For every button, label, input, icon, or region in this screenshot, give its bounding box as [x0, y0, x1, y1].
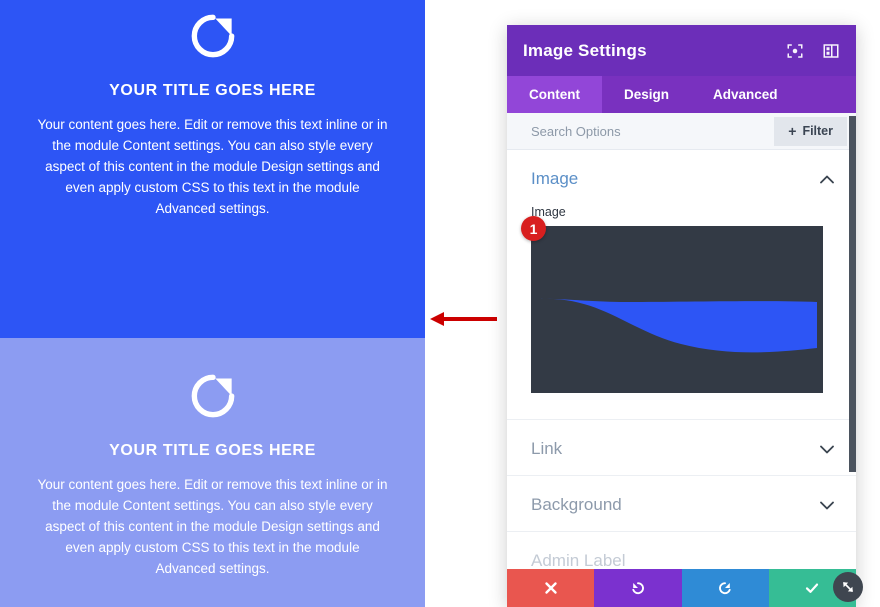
section-link: Link	[507, 420, 856, 476]
diagonal-resize-icon	[843, 582, 853, 592]
promo-panel-secondary[interactable]: YOUR TITLE GOES HERE Your content goes h…	[0, 338, 425, 607]
tab-advanced[interactable]: Advanced	[691, 76, 800, 113]
red-left-arrow-icon	[430, 312, 497, 326]
panel-header: Image Settings	[507, 25, 856, 76]
tab-content[interactable]: Content	[507, 76, 602, 113]
section-admin-label-title: Admin Label	[531, 551, 626, 570]
image-thumbnail[interactable]	[531, 226, 823, 393]
promo-title: YOUR TITLE GOES HERE	[109, 442, 316, 459]
focus-target-icon[interactable]	[786, 42, 804, 60]
panel-body: Image Image 1 Link Background Admin Labe…	[507, 150, 856, 606]
page-preview: YOUR TITLE GOES HERE Your content goes h…	[0, 0, 425, 607]
section-background-title: Background	[531, 495, 622, 514]
panel-resize-handle[interactable]	[833, 572, 863, 602]
section-link-title: Link	[531, 439, 563, 458]
filter-button[interactable]: + Filter	[774, 116, 847, 146]
layout-panel-icon[interactable]	[822, 42, 840, 60]
promo-panel-primary[interactable]: YOUR TITLE GOES HERE Your content goes h…	[0, 0, 425, 338]
screen-root: YOUR TITLE GOES HERE Your content goes h…	[0, 0, 880, 607]
plus-icon: +	[788, 123, 797, 139]
section-background: Background	[507, 476, 856, 532]
search-bar: + Filter	[507, 113, 856, 150]
tab-design[interactable]: Design	[602, 76, 691, 113]
refresh-icon	[191, 14, 234, 58]
section-image: Image Image 1	[507, 150, 856, 420]
refresh-icon	[191, 374, 234, 418]
chevron-down-icon[interactable]	[820, 445, 834, 454]
promo-title: YOUR TITLE GOES HERE	[109, 82, 316, 99]
annotation-badge-1: 1	[521, 216, 546, 241]
undo-arrow-icon	[632, 582, 644, 595]
panel-scrollbar-thumb[interactable]	[849, 116, 856, 472]
image-field: Image 1	[507, 205, 856, 419]
section-link-header[interactable]: Link	[507, 420, 856, 475]
panel-action-bar	[507, 569, 856, 607]
section-background-header[interactable]: Background	[507, 476, 856, 531]
section-image-header[interactable]: Image	[507, 150, 856, 205]
promo-body: Your content goes here. Edit or remove t…	[37, 477, 388, 576]
promo-body: Your content goes here. Edit or remove t…	[37, 117, 388, 216]
checkmark-icon	[806, 583, 819, 593]
image-thumbnail-wrap[interactable]: 1	[521, 216, 823, 393]
chevron-down-icon[interactable]	[820, 501, 834, 510]
redo-arrow-icon	[719, 582, 731, 595]
image-field-label: Image	[531, 205, 566, 219]
page-title: Image Settings	[523, 40, 647, 60]
close-x-icon	[544, 582, 557, 594]
section-image-title: Image	[531, 169, 579, 188]
chevron-up-icon[interactable]	[820, 175, 834, 184]
cancel-button[interactable]	[507, 569, 595, 607]
panel-tabs: Content Design Advanced	[507, 76, 856, 113]
redo-button[interactable]	[681, 569, 769, 607]
image-settings-panel: Image Settings Content Design Advanced +…	[507, 25, 856, 607]
undo-button[interactable]	[594, 569, 682, 607]
filter-button-label: Filter	[802, 124, 833, 138]
search-input[interactable]	[531, 123, 775, 139]
